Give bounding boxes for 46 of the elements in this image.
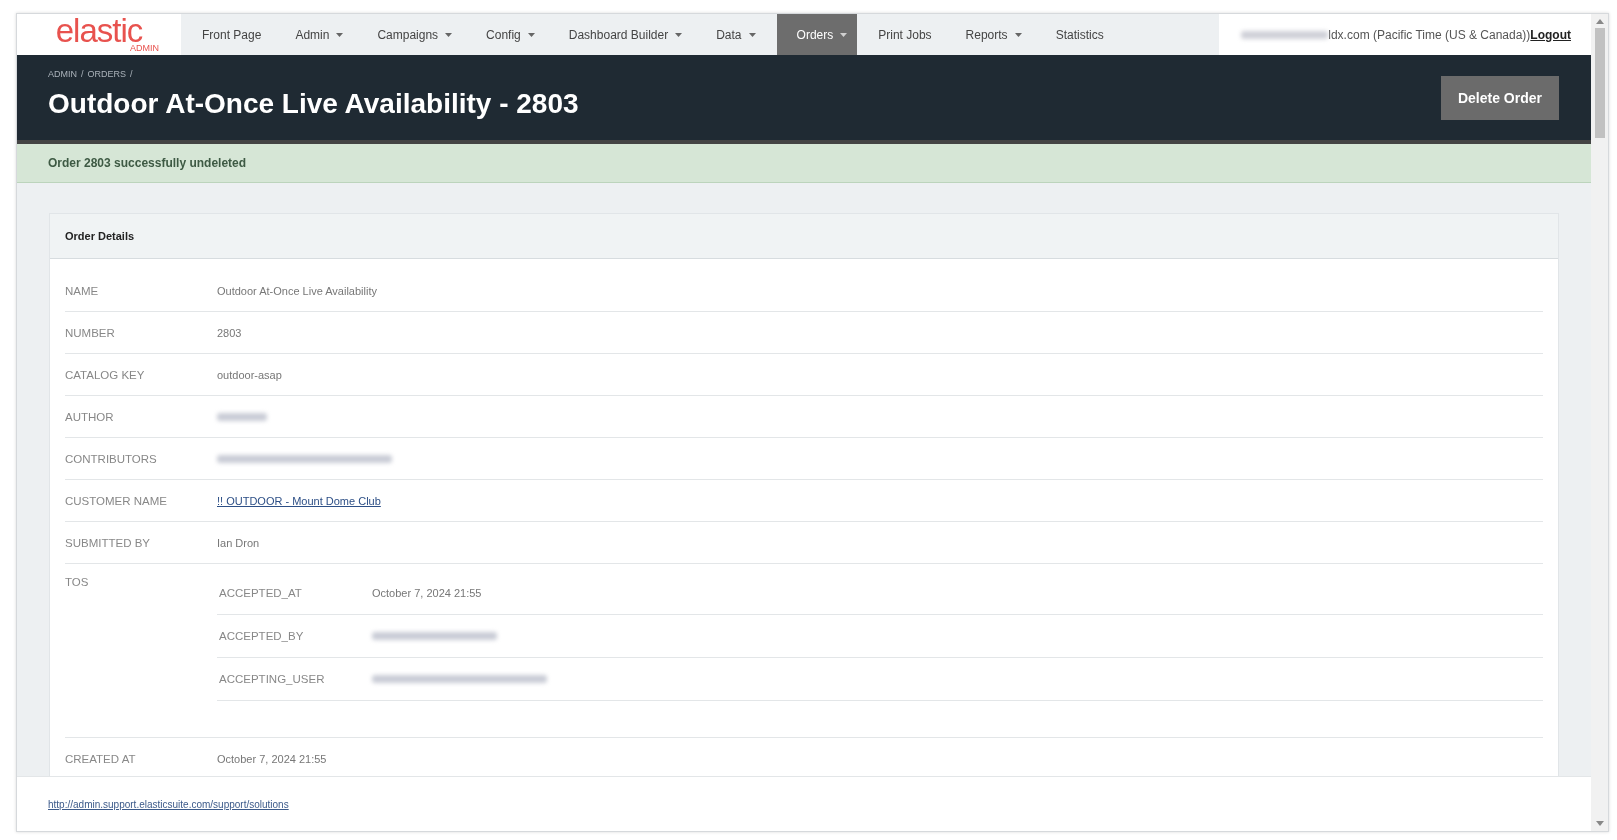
page-title: Outdoor At-Once Live Availability - 2803 — [48, 88, 579, 120]
field-label: CONTRIBUTORS — [65, 452, 158, 465]
nav-item[interactable]: Print Jobs — [865, 14, 945, 55]
nav-item[interactable]: Reports — [952, 14, 1035, 55]
field-value: outdoor-asap — [217, 368, 282, 381]
field-label: CUSTOMER NAME — [65, 494, 169, 507]
nav-item[interactable]: Config — [473, 14, 548, 55]
field-label: CREATED AT — [65, 752, 137, 765]
scroll-up-icon[interactable] — [1595, 19, 1604, 24]
logo-subtitle: ADMIN — [130, 44, 159, 53]
nav-item[interactable]: Campaigns — [364, 14, 466, 55]
nav-item[interactable]: Data — [703, 14, 769, 55]
nav-item[interactable]: Admin — [282, 14, 357, 55]
field-label: NAME — [65, 284, 100, 297]
field-label: ACCEPTING_USER — [218, 673, 326, 685]
nav-item[interactable]: Front Page — [189, 14, 275, 55]
scrollbar[interactable] — [1591, 14, 1608, 831]
nav-item[interactable]: Orders — [776, 14, 858, 55]
scrollbar-thumb[interactable] — [1594, 28, 1605, 138]
nav-item[interactable]: Dashboard Builder — [555, 14, 696, 55]
breadcrumb-item: ADMIN — [48, 69, 77, 79]
field-label: TOS — [65, 576, 90, 588]
delete-button[interactable]: Delete Order — [1440, 75, 1559, 120]
field-value: 2803 — [217, 326, 242, 339]
card-title: Order Details — [65, 230, 135, 242]
success-alert: Order 2803 successfully undeleted — [17, 144, 1591, 183]
logout-link[interactable]: Logout — [1530, 27, 1571, 42]
support-link[interactable]: http://admin.support.elasticsuite.com/support/solutions — [48, 798, 289, 810]
redacted-text — [217, 412, 267, 421]
field-value: Ian Dron — [217, 536, 260, 549]
customer-link[interactable]: !! OUTDOOR - Mount Dome Club — [217, 494, 381, 507]
field-label: NUMBER — [65, 326, 116, 339]
field-label: SUBMITTED BY — [65, 536, 151, 549]
field-value: October 7, 2024 21:55 — [217, 752, 327, 765]
field-label: AUTHOR — [65, 410, 115, 423]
field-label: ACCEPTED_AT — [218, 587, 303, 599]
field-value: October 7, 2024 21:55 — [372, 587, 482, 599]
breadcrumb-item: / — [81, 69, 84, 79]
field-value: Outdoor At-Once Live Availability — [217, 284, 377, 297]
breadcrumb-item: ORDERS — [87, 69, 127, 79]
user-info: ldx.com (Pacific Time (US & Canada)) — [1328, 27, 1531, 42]
field-label: CATALOG KEY — [65, 368, 146, 381]
breadcrumb-item: / — [130, 69, 133, 79]
scroll-down-icon[interactable] — [1595, 821, 1604, 826]
nav-item[interactable]: Statistics — [1042, 14, 1117, 55]
field-label: ACCEPTED_BY — [218, 630, 305, 642]
